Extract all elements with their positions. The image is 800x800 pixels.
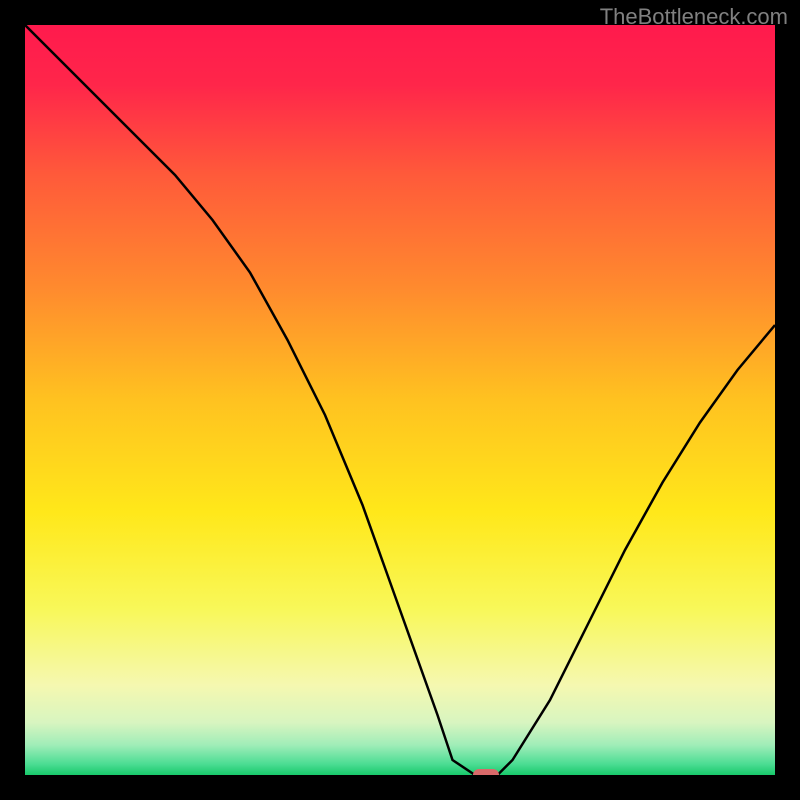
bottleneck-curve	[25, 25, 775, 775]
watermark-text: TheBottleneck.com	[600, 4, 788, 30]
plot-area	[25, 25, 775, 775]
optimal-marker	[473, 769, 499, 775]
